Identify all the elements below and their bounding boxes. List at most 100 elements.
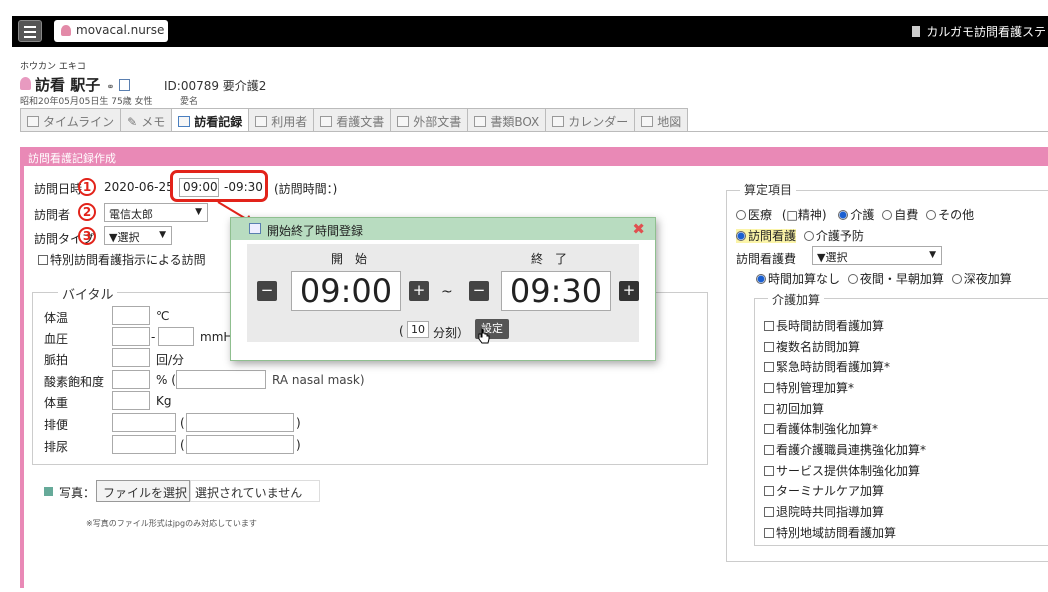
visitor-select[interactable]: 電信太郎 ▼ (104, 203, 208, 222)
weight-unit: Kg (156, 394, 172, 408)
end-minus-button[interactable]: − (469, 281, 489, 301)
callout-2: 2 (78, 203, 96, 221)
pulse-input[interactable] (112, 348, 150, 367)
radio-late-night[interactable]: 深夜加算 (951, 272, 1012, 286)
care-item[interactable]: 退院時共同指導加算 (764, 503, 884, 520)
special-visit-checkbox[interactable]: 特別訪問看護指示による訪問 (38, 251, 206, 268)
care-item[interactable]: 初回加算 (764, 400, 824, 417)
facility-name[interactable]: カルガモ訪問看護ステ (912, 23, 1046, 40)
radio-visit-nursing[interactable]: 訪問看護 (736, 229, 797, 243)
timeline-icon (27, 116, 39, 127)
tab-external-doc[interactable]: 外部文書 (390, 108, 468, 132)
section-title: 訪問看護記録作成 (20, 147, 1048, 166)
patient-name: 訪看 駅子 ⚭ (20, 74, 130, 95)
tab-box[interactable]: 書類BOX (467, 108, 546, 132)
tab-calendar[interactable]: カレンダー (545, 108, 635, 132)
patient-nickname: 愛名 (180, 97, 199, 107)
care-item[interactable]: 複数名訪問加算 (764, 338, 860, 355)
spo2-input[interactable] (112, 370, 150, 389)
care-item[interactable]: 長時間訪問看護加算 (764, 317, 884, 334)
end-label: 終 了 (531, 252, 568, 266)
end-plus-button[interactable]: + (619, 281, 639, 301)
stool-paren-close: ) (296, 416, 301, 430)
close-icon[interactable]: ✖ (632, 220, 645, 238)
service-radios: 訪問看護 介護予防 (736, 227, 864, 244)
temp-input[interactable] (112, 306, 150, 325)
radio-self-pay[interactable]: 自費 (882, 208, 918, 222)
step-close: 分刻） (433, 326, 470, 340)
visitor-label: 訪問者 (34, 208, 71, 222)
link-icon[interactable]: ⚭ (106, 82, 114, 93)
time-dialog: 開始終了時間登録 ✖ 開 始 終 了 − 09:00 + ~ − 09:30 +… (230, 217, 656, 361)
hand-cursor-icon (478, 328, 490, 344)
urine-note-input[interactable] (186, 435, 294, 454)
tab-divider (20, 131, 1048, 132)
radio-care[interactable]: 介護 (838, 208, 874, 222)
visit-date-field[interactable]: 2020-06-25 (100, 178, 174, 197)
fee-select[interactable]: ▼選択 ▼ (812, 246, 942, 265)
fee-label: 訪問看護費 (736, 252, 797, 266)
map-icon (641, 116, 654, 127)
tab-visit-record[interactable]: 訪看記録 (171, 108, 249, 132)
tab-map[interactable]: 地図 (634, 108, 689, 132)
logo-icon (61, 25, 71, 36)
stool-label: 排便 (44, 418, 69, 432)
checkbox-mental[interactable]: (□精神) (782, 208, 827, 222)
tab-timeline[interactable]: タイムライン (20, 108, 121, 132)
user-card-icon (255, 116, 268, 127)
radio-medical[interactable]: 医療 (736, 208, 772, 222)
spo2-note-input[interactable] (176, 370, 266, 389)
care-item[interactable]: サービス提供体制強化加算 (764, 462, 920, 479)
radio-prevention[interactable]: 介護予防 (803, 229, 864, 243)
time-addition-radios: 時間加算なし 夜間・早朝加算 深夜加算 (756, 270, 1012, 287)
tab-nursing-doc[interactable]: 看護文書 (313, 108, 391, 132)
care-item[interactable]: 特別地域訪問看護加算 (764, 524, 896, 541)
radio-no-addition[interactable]: 時間加算なし (756, 272, 840, 286)
care-addition-title: 介護加算 (768, 291, 825, 308)
bp-low-input[interactable] (158, 327, 194, 346)
weight-input[interactable] (112, 391, 150, 410)
care-item[interactable]: 看護介護職員連携強化加算* (764, 441, 926, 458)
start-time-display[interactable]: 09:00 (291, 271, 401, 311)
callout-3: 3 (78, 227, 96, 245)
checkbox-icon (38, 255, 48, 265)
insurance-radios: 医療 (□精神) 介護 自費 その他 (736, 206, 974, 223)
menu-icon[interactable] (18, 20, 42, 42)
pulse-label: 脈拍 (44, 353, 69, 367)
end-time-display[interactable]: 09:30 (501, 271, 611, 311)
step-input[interactable]: 10 (407, 321, 429, 338)
duration-text: (訪問時間：) (274, 182, 338, 196)
app-logo[interactable]: movacal.nurse (54, 20, 168, 42)
care-item[interactable]: 緊急時訪問看護加算* (764, 358, 890, 375)
choose-file-button[interactable]: ファイルを選択 (96, 480, 190, 502)
stool-input[interactable] (112, 413, 176, 432)
card-icon[interactable] (118, 79, 130, 91)
photo-icon (44, 487, 53, 496)
window-icon (249, 223, 261, 234)
stool-note-input[interactable] (186, 413, 294, 432)
urine-input[interactable] (112, 435, 176, 454)
start-label: 開 始 (331, 252, 368, 266)
vital-title: バイタル (58, 284, 118, 303)
file-status: 選択されていません (190, 480, 320, 502)
care-item[interactable]: 特別管理加算* (764, 379, 854, 396)
care-item[interactable]: ターミナルケア加算 (764, 482, 884, 499)
radio-other[interactable]: その他 (926, 208, 974, 222)
pulse-unit: 回/分 (156, 353, 185, 367)
visit-type-select[interactable]: ▼選択 ▼ (104, 226, 172, 245)
start-minus-button[interactable]: − (257, 281, 277, 301)
tab-user[interactable]: 利用者 (248, 108, 314, 132)
urine-paren-close: ) (296, 438, 301, 452)
photo-note: ※写真のファイル形式はjpgのみ対応しています (86, 519, 257, 528)
box-icon (474, 116, 487, 127)
spo2-note: RA nasal mask) (272, 373, 365, 387)
bp-high-input[interactable] (112, 327, 150, 346)
temp-unit: ℃ (156, 309, 170, 323)
care-item[interactable]: 看護体制強化加算* (764, 420, 878, 437)
bp-label: 血圧 (44, 332, 69, 346)
tab-memo[interactable]: ✎ メモ (120, 108, 172, 132)
start-plus-button[interactable]: + (409, 281, 429, 301)
weight-label: 体重 (44, 396, 69, 410)
visit-date-label: 訪問日時 (34, 182, 83, 196)
radio-night[interactable]: 夜間・早朝加算 (847, 272, 944, 286)
